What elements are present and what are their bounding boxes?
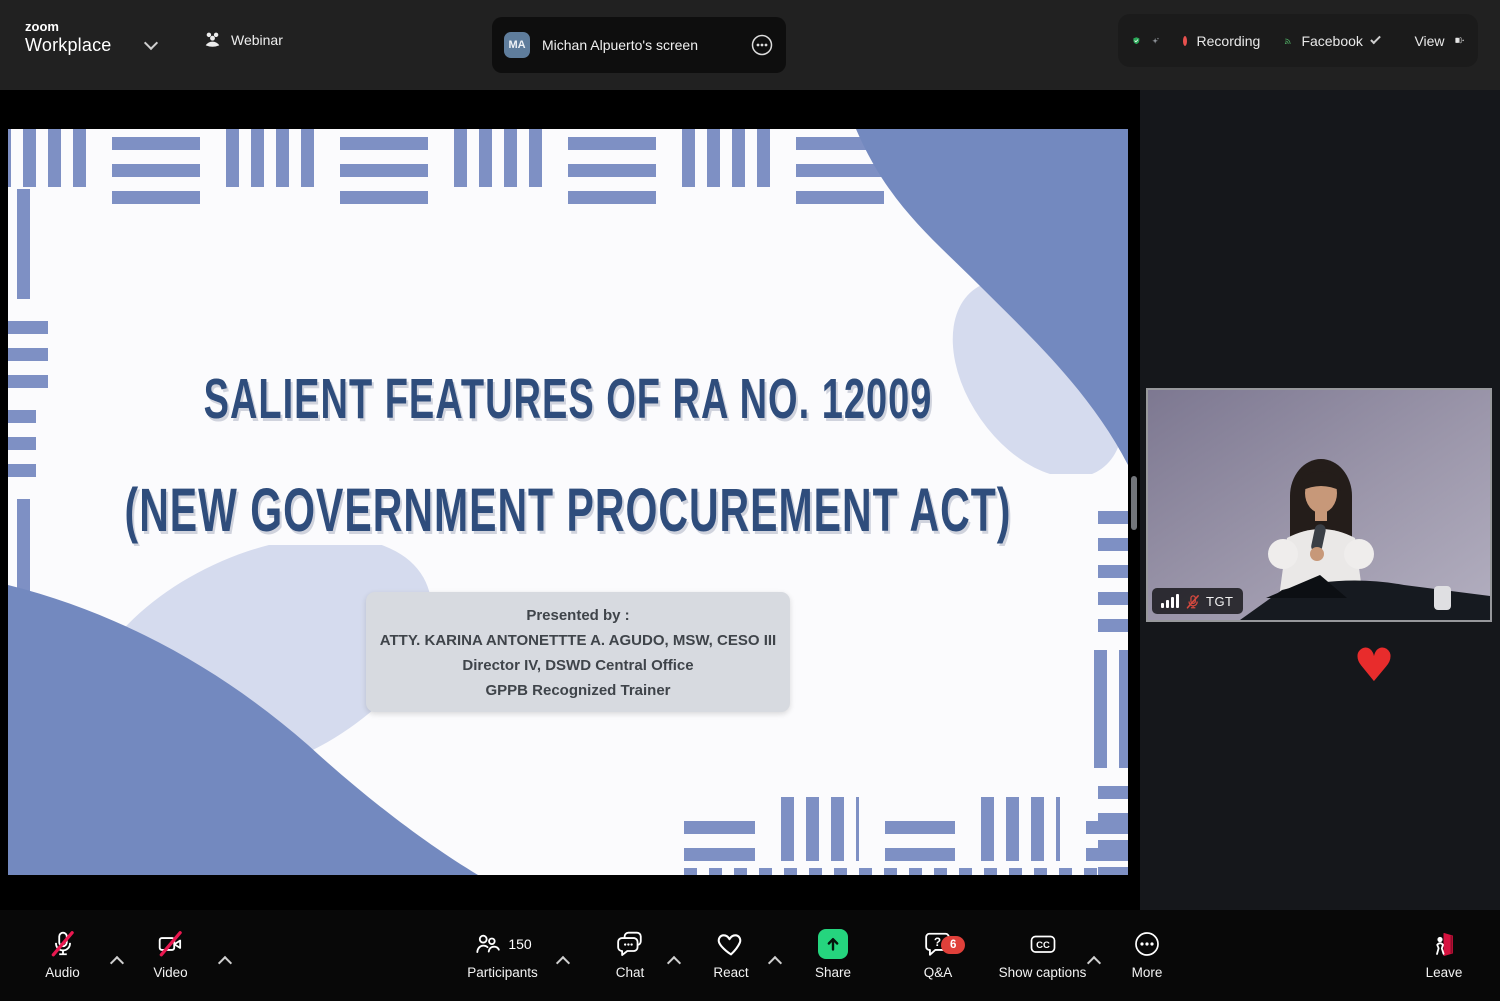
shared-screen-tab-title: Michan Alpuerto's screen <box>542 37 750 53</box>
share-label: Share <box>815 965 851 980</box>
webinar-tab-label: Webinar <box>231 32 283 48</box>
security-shield-icon[interactable] <box>1132 30 1141 52</box>
video-panel: TGT ♥ <box>1140 90 1500 910</box>
signal-bars-icon <box>1161 594 1179 608</box>
presenter-info-box: Presented by : ATTY. KARINA ANTONETTTE A… <box>366 592 790 712</box>
participants-label: Participants <box>467 965 538 980</box>
audio-options-chevron-icon[interactable] <box>110 956 124 970</box>
react-options-chevron-icon[interactable] <box>768 956 782 970</box>
qa-badge: 6 <box>941 936 965 954</box>
slide-pattern-bottom-edge <box>684 868 1128 875</box>
react-label: React <box>713 965 748 980</box>
view-layout-icon[interactable] <box>1455 31 1465 50</box>
chat-options-chevron-icon[interactable] <box>667 956 681 970</box>
workspace-menu-chevron-icon[interactable] <box>144 36 158 50</box>
slide-pattern-bottom <box>684 797 1128 861</box>
captions-options-chevron-icon[interactable] <box>1087 956 1101 970</box>
tab-options-icon[interactable] <box>750 33 774 57</box>
leave-label: Leave <box>1426 965 1463 980</box>
ai-companion-sparkle-icon[interactable] <box>1151 30 1160 52</box>
audio-button[interactable]: Audio <box>20 928 105 980</box>
participant-name-label: TGT <box>1206 594 1234 609</box>
heart-reaction-icon: ♥ <box>1346 642 1402 688</box>
participants-icon <box>473 930 501 958</box>
presenter-position: Director IV, DSWD Central Office <box>366 653 790 678</box>
presenter-name: ATTY. KARINA ANTONETTTE A. AGUDO, MSW, C… <box>366 628 790 653</box>
video-label: Video <box>153 965 187 980</box>
mic-muted-icon <box>1185 594 1200 609</box>
titlebar: zoom Workplace Webinar MA Michan Alpuert… <box>0 0 1500 90</box>
slide-title-line1: SALIENT FEATURES OF RA NO. 12009 <box>8 368 1128 433</box>
more-ellipsis-icon <box>1133 930 1161 958</box>
captions-button[interactable]: CC Show captions <box>985 928 1100 980</box>
meeting-toolbar: Audio Video 150 <box>0 910 1500 1001</box>
stream-menu-chevron-icon[interactable] <box>1370 34 1381 45</box>
react-button[interactable]: React <box>686 928 776 980</box>
more-label: More <box>1132 965 1163 980</box>
captions-label: Show captions <box>999 965 1087 980</box>
tab-webinar[interactable]: Webinar <box>203 30 283 49</box>
video-options-chevron-icon[interactable] <box>218 956 232 970</box>
leave-button[interactable]: Leave <box>1404 928 1484 980</box>
tab-shared-screen[interactable]: MA Michan Alpuerto's screen <box>492 17 786 73</box>
live-stream-icon <box>1284 31 1292 51</box>
captions-cc-icon: CC <box>1028 931 1058 957</box>
chat-button[interactable]: Chat <box>585 928 675 980</box>
svg-text:CC: CC <box>1036 940 1050 951</box>
video-button[interactable]: Video <box>128 928 213 980</box>
presented-by-heading: Presented by : <box>366 603 790 628</box>
presenter-credential: GPPB Recognized Trainer <box>366 678 790 703</box>
chat-icon <box>616 930 644 958</box>
zoom-webinar-window: zoom Workplace Webinar MA Michan Alpuert… <box>0 0 1500 1001</box>
svg-text:?: ? <box>934 935 941 949</box>
audio-label: Audio <box>45 965 80 980</box>
more-button[interactable]: More <box>1107 928 1187 980</box>
leave-door-icon <box>1430 930 1458 958</box>
participants-count: 150 <box>508 936 531 952</box>
scrollbar-thumb[interactable] <box>1131 476 1137 530</box>
participants-options-chevron-icon[interactable] <box>556 956 570 970</box>
camera-muted-icon <box>157 930 185 958</box>
zoom-logo-text: zoom <box>25 20 112 33</box>
react-heart-icon <box>716 930 746 958</box>
mic-muted-icon <box>49 930 77 958</box>
workplace-logo-text: Workplace <box>25 36 112 54</box>
view-label[interactable]: View <box>1414 33 1444 49</box>
recording-label[interactable]: Recording <box>1197 33 1261 49</box>
share-icon <box>818 929 848 959</box>
avatar: MA <box>504 32 530 58</box>
participants-button[interactable]: 150 Participants <box>440 928 565 980</box>
shared-screen-stage: SALIENT FEATURES OF RA NO. 12009 (NEW GO… <box>0 90 1140 910</box>
recording-indicator-icon <box>1183 36 1187 46</box>
webinar-people-icon <box>203 30 222 49</box>
speaker-video-tile[interactable]: TGT <box>1146 388 1492 622</box>
share-button[interactable]: Share <box>793 928 873 980</box>
meeting-status-bar: Recording Facebook View <box>1118 14 1478 67</box>
slide-title-line2: (NEW GOVERNMENT PROCUREMENT ACT) <box>8 475 1128 546</box>
stream-target-label[interactable]: Facebook <box>1301 33 1362 49</box>
zoom-workplace-logo: zoom Workplace <box>25 20 112 54</box>
qa-button[interactable]: ? Q&A 6 <box>898 928 978 980</box>
speaker-video-frame <box>1148 390 1490 620</box>
qa-label: Q&A <box>924 965 953 980</box>
presentation-slide: SALIENT FEATURES OF RA NO. 12009 (NEW GO… <box>8 129 1128 875</box>
chat-label: Chat <box>616 965 645 980</box>
participant-name-tag: TGT <box>1152 588 1243 614</box>
